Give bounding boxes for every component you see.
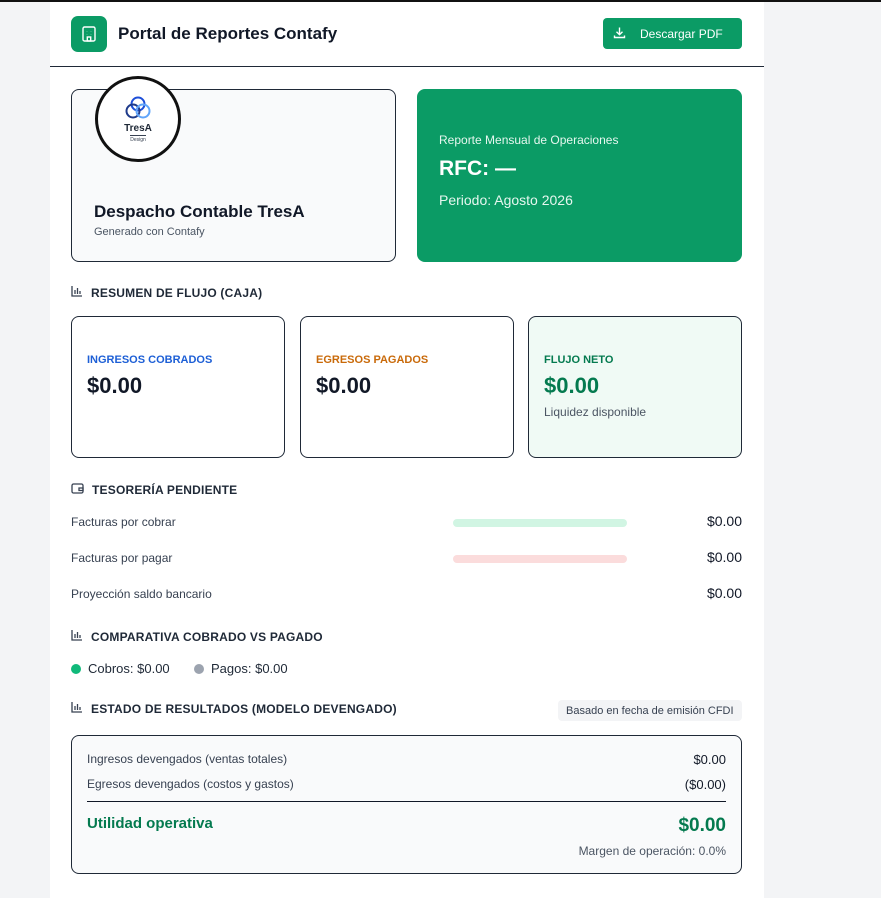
company-name: Despacho Contable TresA <box>94 202 305 221</box>
net-flow-kpi-card: FLUJO NETO $0.00 Liquidez disponible <box>528 316 742 458</box>
download-icon <box>613 26 626 42</box>
accrued-expense-label: Egresos devengados (costos y gastos) <box>87 777 294 791</box>
company-logo: TresA Design <box>95 76 181 162</box>
collections-legend: Cobros: $0.00 <box>71 661 170 676</box>
income-statement-card: Ingresos devengados (ventas totales) $0.… <box>71 735 742 874</box>
report-period: Periodo: Agosto 2026 <box>439 192 573 208</box>
expense-kpi-value: $0.00 <box>316 373 372 398</box>
payable-value: $0.00 <box>706 549 742 565</box>
comparison-section-title: COMPARATIVA COBRADO VS PAGADO <box>71 629 323 644</box>
collections-legend-label: Cobros: $0.00 <box>88 661 170 676</box>
accrued-expense-row: Egresos devengados (costos y gastos) ($0… <box>87 777 726 792</box>
receivable-label: Facturas por cobrar <box>71 515 176 529</box>
expense-kpi-label: EGRESOS PAGADOS <box>316 354 429 366</box>
app-title: Portal de Reportes Contafy <box>118 24 338 43</box>
collections-dot <box>71 663 81 674</box>
payments-legend: Pagos: $0.00 <box>194 661 288 676</box>
app-header: Portal de Reportes Contafy Descargar PDF <box>50 2 764 67</box>
projection-label: Proyección saldo bancario <box>71 587 212 601</box>
bar-chart-icon <box>71 629 83 644</box>
income-statement-section-label: ESTADO DE RESULTADOS (MODELO DEVENGADO) <box>91 701 397 716</box>
payments-dot <box>194 663 204 674</box>
report-title: Reporte Mensual de Operaciones <box>439 133 619 147</box>
tresa-logo-icon <box>125 96 151 119</box>
payable-label: Facturas por pagar <box>71 551 173 565</box>
receivable-value: $0.00 <box>706 513 742 529</box>
projection-value: $0.00 <box>706 585 742 601</box>
income-kpi-label: INGRESOS COBRADOS <box>87 354 213 366</box>
accrued-expense-value: ($0.00) <box>684 777 726 792</box>
net-flow-kpi-label: FLUJO NETO <box>544 354 614 366</box>
download-pdf-label: Descargar PDF <box>640 26 723 41</box>
result-divider <box>87 801 726 802</box>
report-info-card: Reporte Mensual de Operaciones RFC: — Pe… <box>417 89 742 262</box>
bar-chart-icon <box>71 285 83 300</box>
income-kpi-card: INGRESOS COBRADOS $0.00 <box>71 316 285 458</box>
income-statement-section-title: ESTADO DE RESULTADOS (MODELO DEVENGADO) <box>71 701 397 716</box>
rfc-value: RFC: — <box>439 157 516 180</box>
cashflow-section-label: RESUMEN DE FLUJO (CAJA) <box>91 285 263 300</box>
payable-bar <box>453 555 627 563</box>
bar-chart-icon <box>71 701 83 716</box>
building-icon <box>71 16 107 52</box>
receivable-bar <box>453 519 627 527</box>
net-flow-kpi-value: $0.00 <box>544 373 600 398</box>
operating-margin: Margen de operación: 0.0% <box>578 844 726 858</box>
net-flow-note: Liquidez disponible <box>544 405 647 419</box>
operating-profit-label: Utilidad operativa <box>87 815 213 832</box>
income-kpi-value: $0.00 <box>87 373 143 398</box>
cashflow-section-title: RESUMEN DE FLUJO (CAJA) <box>71 285 262 300</box>
expense-kpi-card: EGRESOS PAGADOS $0.00 <box>300 316 514 458</box>
report-page: Portal de Reportes Contafy Descargar PDF… <box>50 2 764 898</box>
basis-tag: Basado en fecha de emisión CFDI <box>558 700 742 721</box>
accrued-income-label: Ingresos devengados (ventas totales) <box>87 752 288 766</box>
accrued-income-row: Ingresos devengados (ventas totales) $0.… <box>87 752 726 767</box>
company-card: TresA Design Despacho Contable TresA Gen… <box>71 76 396 262</box>
comparison-section-label: COMPARATIVA COBRADO VS PAGADO <box>91 629 323 644</box>
download-pdf-button[interactable]: Descargar PDF <box>603 18 742 49</box>
accrued-income-value: $0.00 <box>693 752 726 767</box>
generated-with-text: Generado con Contafy <box>94 226 205 238</box>
treasury-section-title: TESORERÍA PENDIENTE <box>71 482 237 497</box>
logo-sub-text: Design <box>130 135 146 143</box>
logo-brand-text: TresA <box>124 123 152 134</box>
operating-profit-value: $0.00 <box>678 815 726 836</box>
payments-legend-label: Pagos: $0.00 <box>211 661 288 676</box>
wallet-icon <box>71 482 84 497</box>
treasury-section-label: TESORERÍA PENDIENTE <box>92 482 238 497</box>
